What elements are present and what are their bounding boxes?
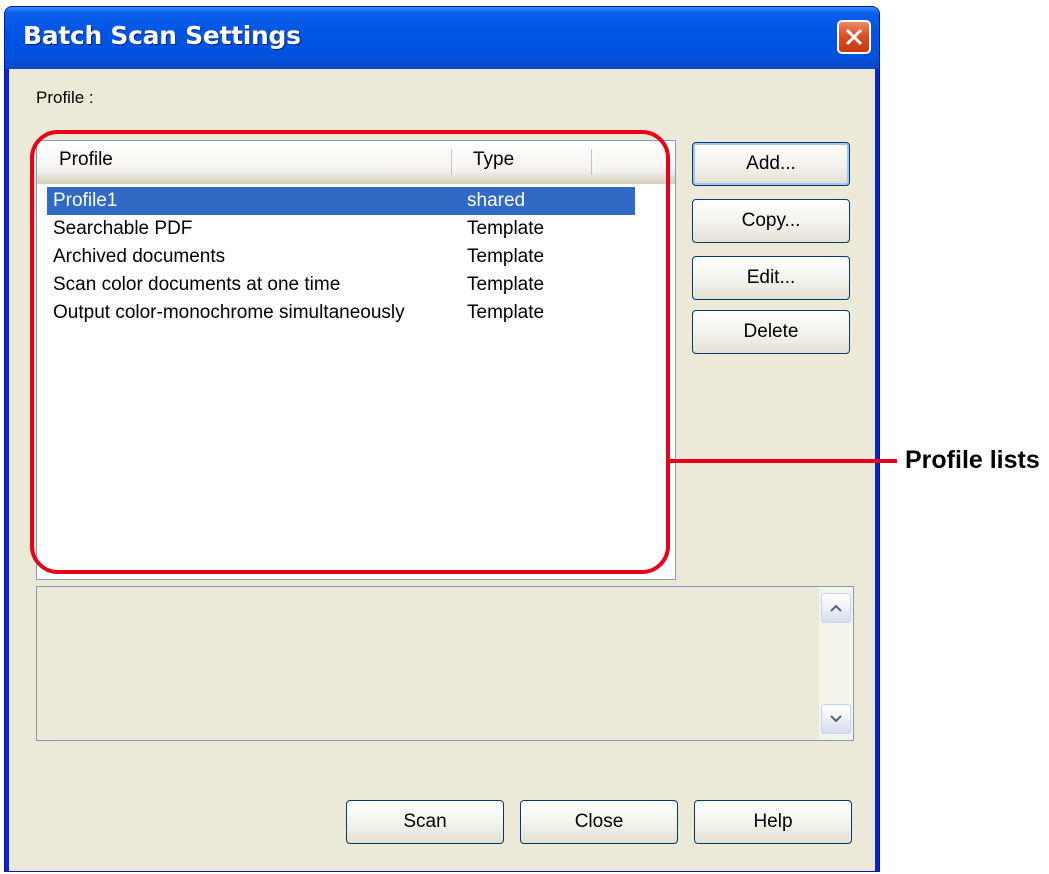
chevron-up-icon xyxy=(830,604,842,612)
list-item[interactable]: Profile1 shared xyxy=(47,187,635,215)
close-button[interactable]: Close xyxy=(520,800,678,844)
column-separator[interactable] xyxy=(591,149,595,175)
list-item[interactable]: Searchable PDF Template xyxy=(47,215,635,243)
list-item-type: Template xyxy=(467,218,545,239)
callout-line xyxy=(670,459,897,463)
column-header-profile[interactable]: Profile xyxy=(59,149,113,171)
copy-button[interactable]: Copy... xyxy=(692,199,850,243)
profile-label-text: Profile : xyxy=(36,88,94,107)
profile-description-area[interactable] xyxy=(36,586,854,741)
edit-button[interactable]: Edit... xyxy=(692,256,850,300)
scroll-down-button[interactable] xyxy=(821,704,851,734)
column-header-type[interactable]: Type xyxy=(473,149,514,171)
vertical-scrollbar[interactable] xyxy=(818,587,853,740)
delete-button[interactable]: Delete xyxy=(692,310,850,354)
scan-button-label: Scan xyxy=(403,811,447,832)
close-x-icon xyxy=(845,28,863,46)
profile-label: Profile : xyxy=(36,88,94,108)
scroll-up-button[interactable] xyxy=(821,593,851,623)
list-item-profile: Profile1 xyxy=(53,190,118,211)
add-button-label: Add... xyxy=(746,153,796,174)
callout-label: Profile lists xyxy=(905,446,1040,474)
profile-listview[interactable]: Profile Type Profile1 shared Searchable … xyxy=(36,140,676,580)
list-item[interactable]: Scan color documents at one time Templat… xyxy=(47,271,635,299)
add-button[interactable]: Add... xyxy=(692,142,850,186)
close-button-label: Close xyxy=(574,811,624,832)
title-bar[interactable]: Batch Scan Settings xyxy=(5,7,879,69)
help-button[interactable]: Help xyxy=(694,800,852,844)
column-separator[interactable] xyxy=(451,149,455,175)
list-item-profile: Searchable PDF xyxy=(53,218,193,239)
list-item-type: Template xyxy=(467,302,545,323)
scan-button[interactable]: Scan xyxy=(346,800,504,844)
chevron-down-icon xyxy=(830,715,842,723)
edit-button-label: Edit... xyxy=(746,267,796,288)
list-item-type: Template xyxy=(467,274,545,295)
help-button-label: Help xyxy=(753,811,793,832)
list-item-profile: Archived documents xyxy=(53,246,226,267)
list-item-type: shared xyxy=(467,190,526,211)
list-item[interactable]: Output color-monochrome simultaneously T… xyxy=(47,299,635,327)
list-item-type: Template xyxy=(467,246,545,267)
list-item-profile: Output color-monochrome simultaneously xyxy=(53,302,405,323)
close-window-button[interactable] xyxy=(837,20,871,54)
listview-header: Profile Type xyxy=(37,141,675,184)
copy-button-label: Copy... xyxy=(741,210,801,231)
window-title: Batch Scan Settings xyxy=(23,21,301,50)
delete-button-label: Delete xyxy=(743,321,799,342)
list-item-profile: Scan color documents at one time xyxy=(53,274,341,295)
list-item[interactable]: Archived documents Template xyxy=(47,243,635,271)
